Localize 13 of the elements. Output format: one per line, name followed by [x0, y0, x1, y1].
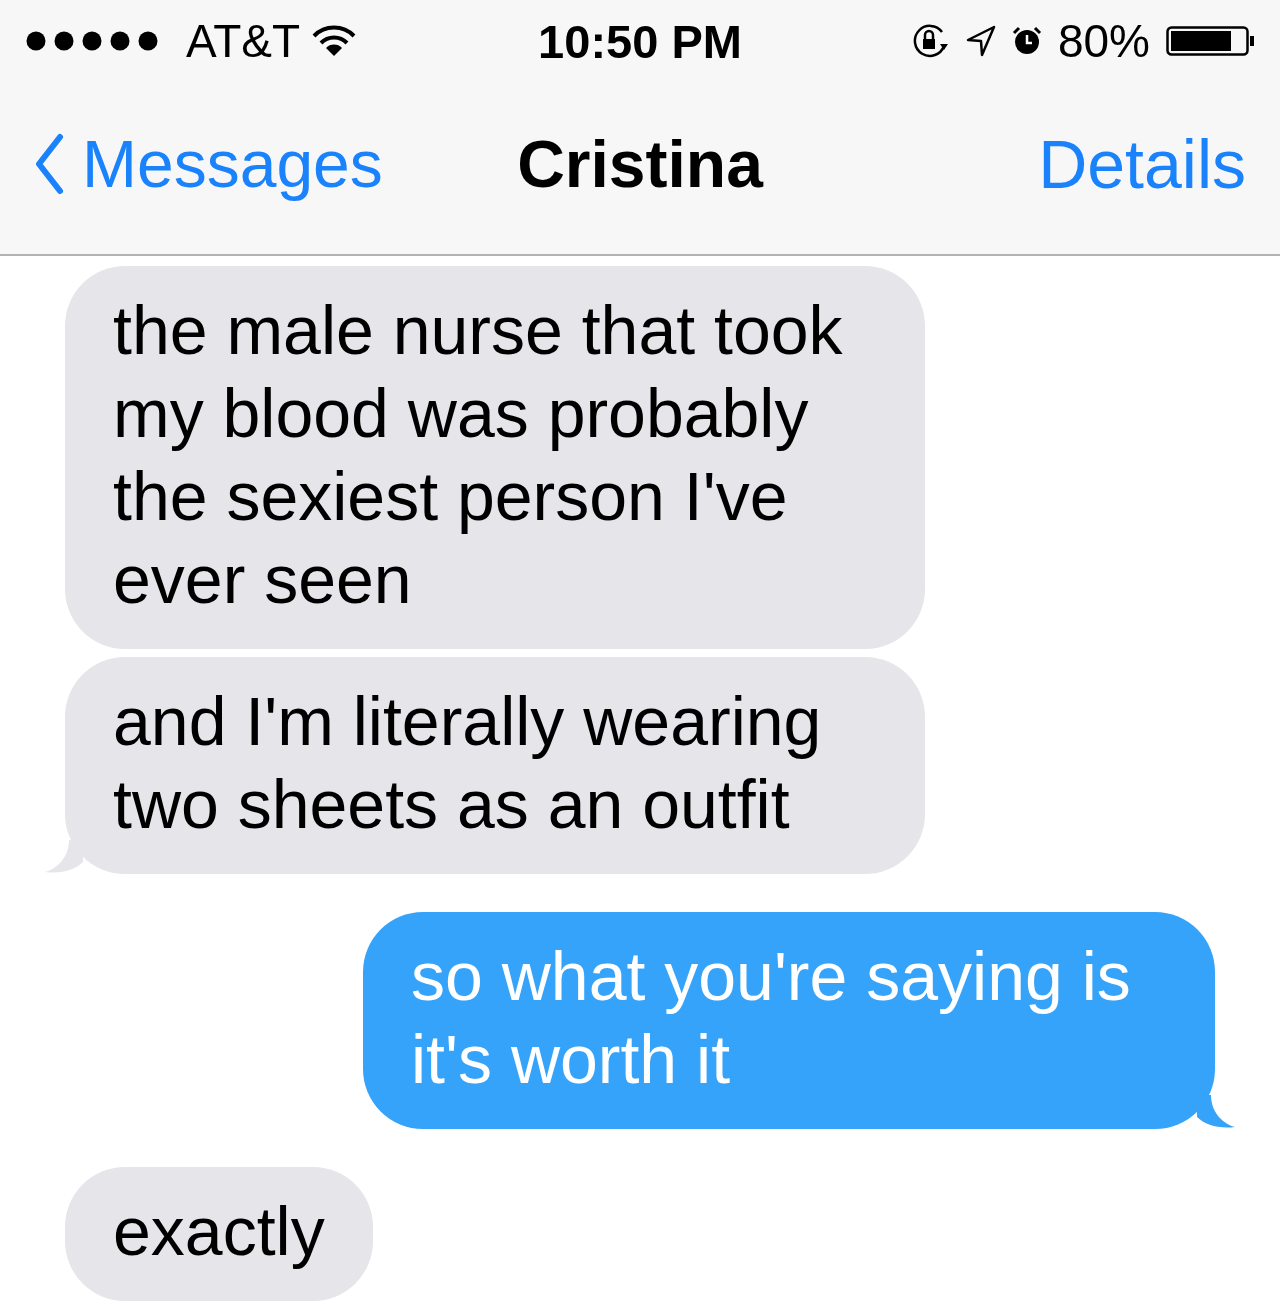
details-link[interactable]: Details	[1038, 125, 1246, 203]
clock-time: 10:50 PM	[538, 13, 742, 69]
carrier-name: AT&T	[186, 14, 301, 68]
battery-percent: 80%	[1057, 14, 1150, 68]
wifi-icon	[312, 25, 357, 57]
battery-icon	[1166, 26, 1256, 56]
message-bubble: exactly	[65, 1167, 373, 1301]
message-bubble: the male nurse that took my blood was probably the sexiest person I've ever seen	[65, 266, 925, 649]
alarm-clock-icon	[1011, 26, 1042, 56]
contact-name: Cristina	[517, 126, 763, 202]
chevron-left-icon	[34, 133, 64, 195]
rotation-lock-icon	[911, 24, 950, 58]
location-arrow-icon	[965, 25, 996, 57]
